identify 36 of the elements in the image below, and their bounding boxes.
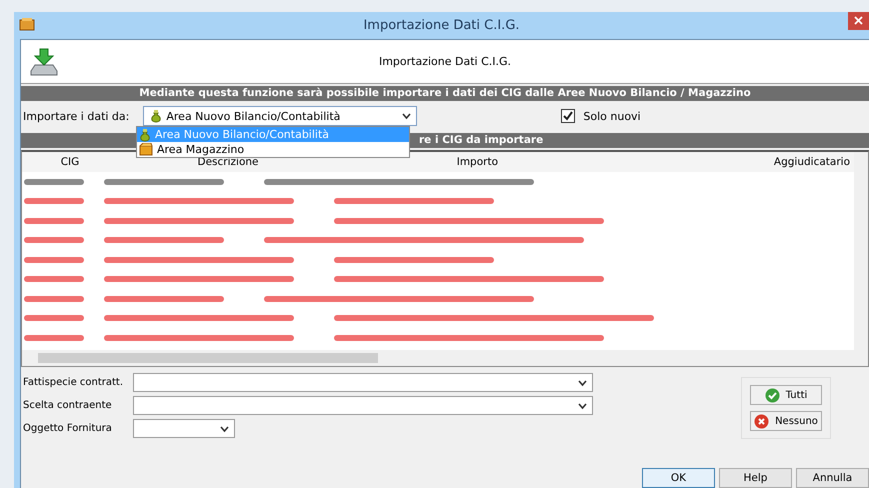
dialog-button[interactable]: OK bbox=[642, 468, 715, 488]
window-title: Importazione Dati C.I.G. bbox=[363, 18, 520, 33]
box-icon bbox=[139, 143, 153, 156]
column-header[interactable]: Importo bbox=[338, 156, 498, 168]
column-header[interactable]: CIG bbox=[22, 156, 118, 168]
money-bag-icon bbox=[150, 109, 162, 124]
cross-icon bbox=[754, 414, 770, 429]
horizontal-scrollbar[interactable] bbox=[22, 350, 868, 366]
filter-dropdown[interactable] bbox=[133, 373, 593, 392]
source-value: Area Nuovo Bilancio/Contabilità bbox=[166, 110, 342, 123]
vertical-scrollbar[interactable] bbox=[854, 152, 868, 350]
filter-dropdown[interactable] bbox=[133, 419, 235, 438]
download-drive-icon bbox=[29, 46, 59, 77]
filter-label: Fattispecie contratt. bbox=[23, 377, 124, 388]
column-header[interactable]: Aggiudicatario bbox=[498, 156, 854, 168]
select-button[interactable]: Tutti bbox=[750, 385, 822, 406]
check-icon bbox=[764, 388, 780, 403]
header-title: Importazione Dati C.I.G. bbox=[378, 55, 512, 68]
dropdown-option[interactable]: Area Magazzino bbox=[137, 142, 409, 158]
source-label: Importare i dati da: bbox=[23, 110, 130, 123]
table-title: re i CIG da importare bbox=[419, 132, 544, 148]
dialog-button[interactable]: Help bbox=[719, 468, 792, 488]
info-bar: Mediante questa funzione sarà possibile importare i dati dei CIG dalle Aree Nuovo Bilancio / Magazzino bbox=[21, 86, 869, 102]
select-button[interactable]: Nessuno bbox=[750, 411, 822, 432]
dialog-button[interactable]: Annulla bbox=[796, 468, 869, 488]
source-dropdown[interactable]: Area Nuovo Bilancio/Contabilità bbox=[143, 106, 418, 126]
solo-nuovi-label: Solo nuovi bbox=[583, 110, 641, 123]
money-bag-icon bbox=[139, 128, 151, 142]
close-icon bbox=[848, 12, 869, 30]
solo-nuovi-checkbox[interactable] bbox=[561, 109, 576, 124]
checkmark-icon bbox=[563, 111, 574, 122]
filter-dropdown[interactable] bbox=[133, 396, 593, 416]
filter-label: Oggetto Fornitura bbox=[23, 423, 113, 434]
column-header[interactable]: Descrizione bbox=[118, 156, 338, 168]
app-icon bbox=[19, 17, 35, 31]
filter-label: Scelta contraente bbox=[23, 400, 113, 412]
